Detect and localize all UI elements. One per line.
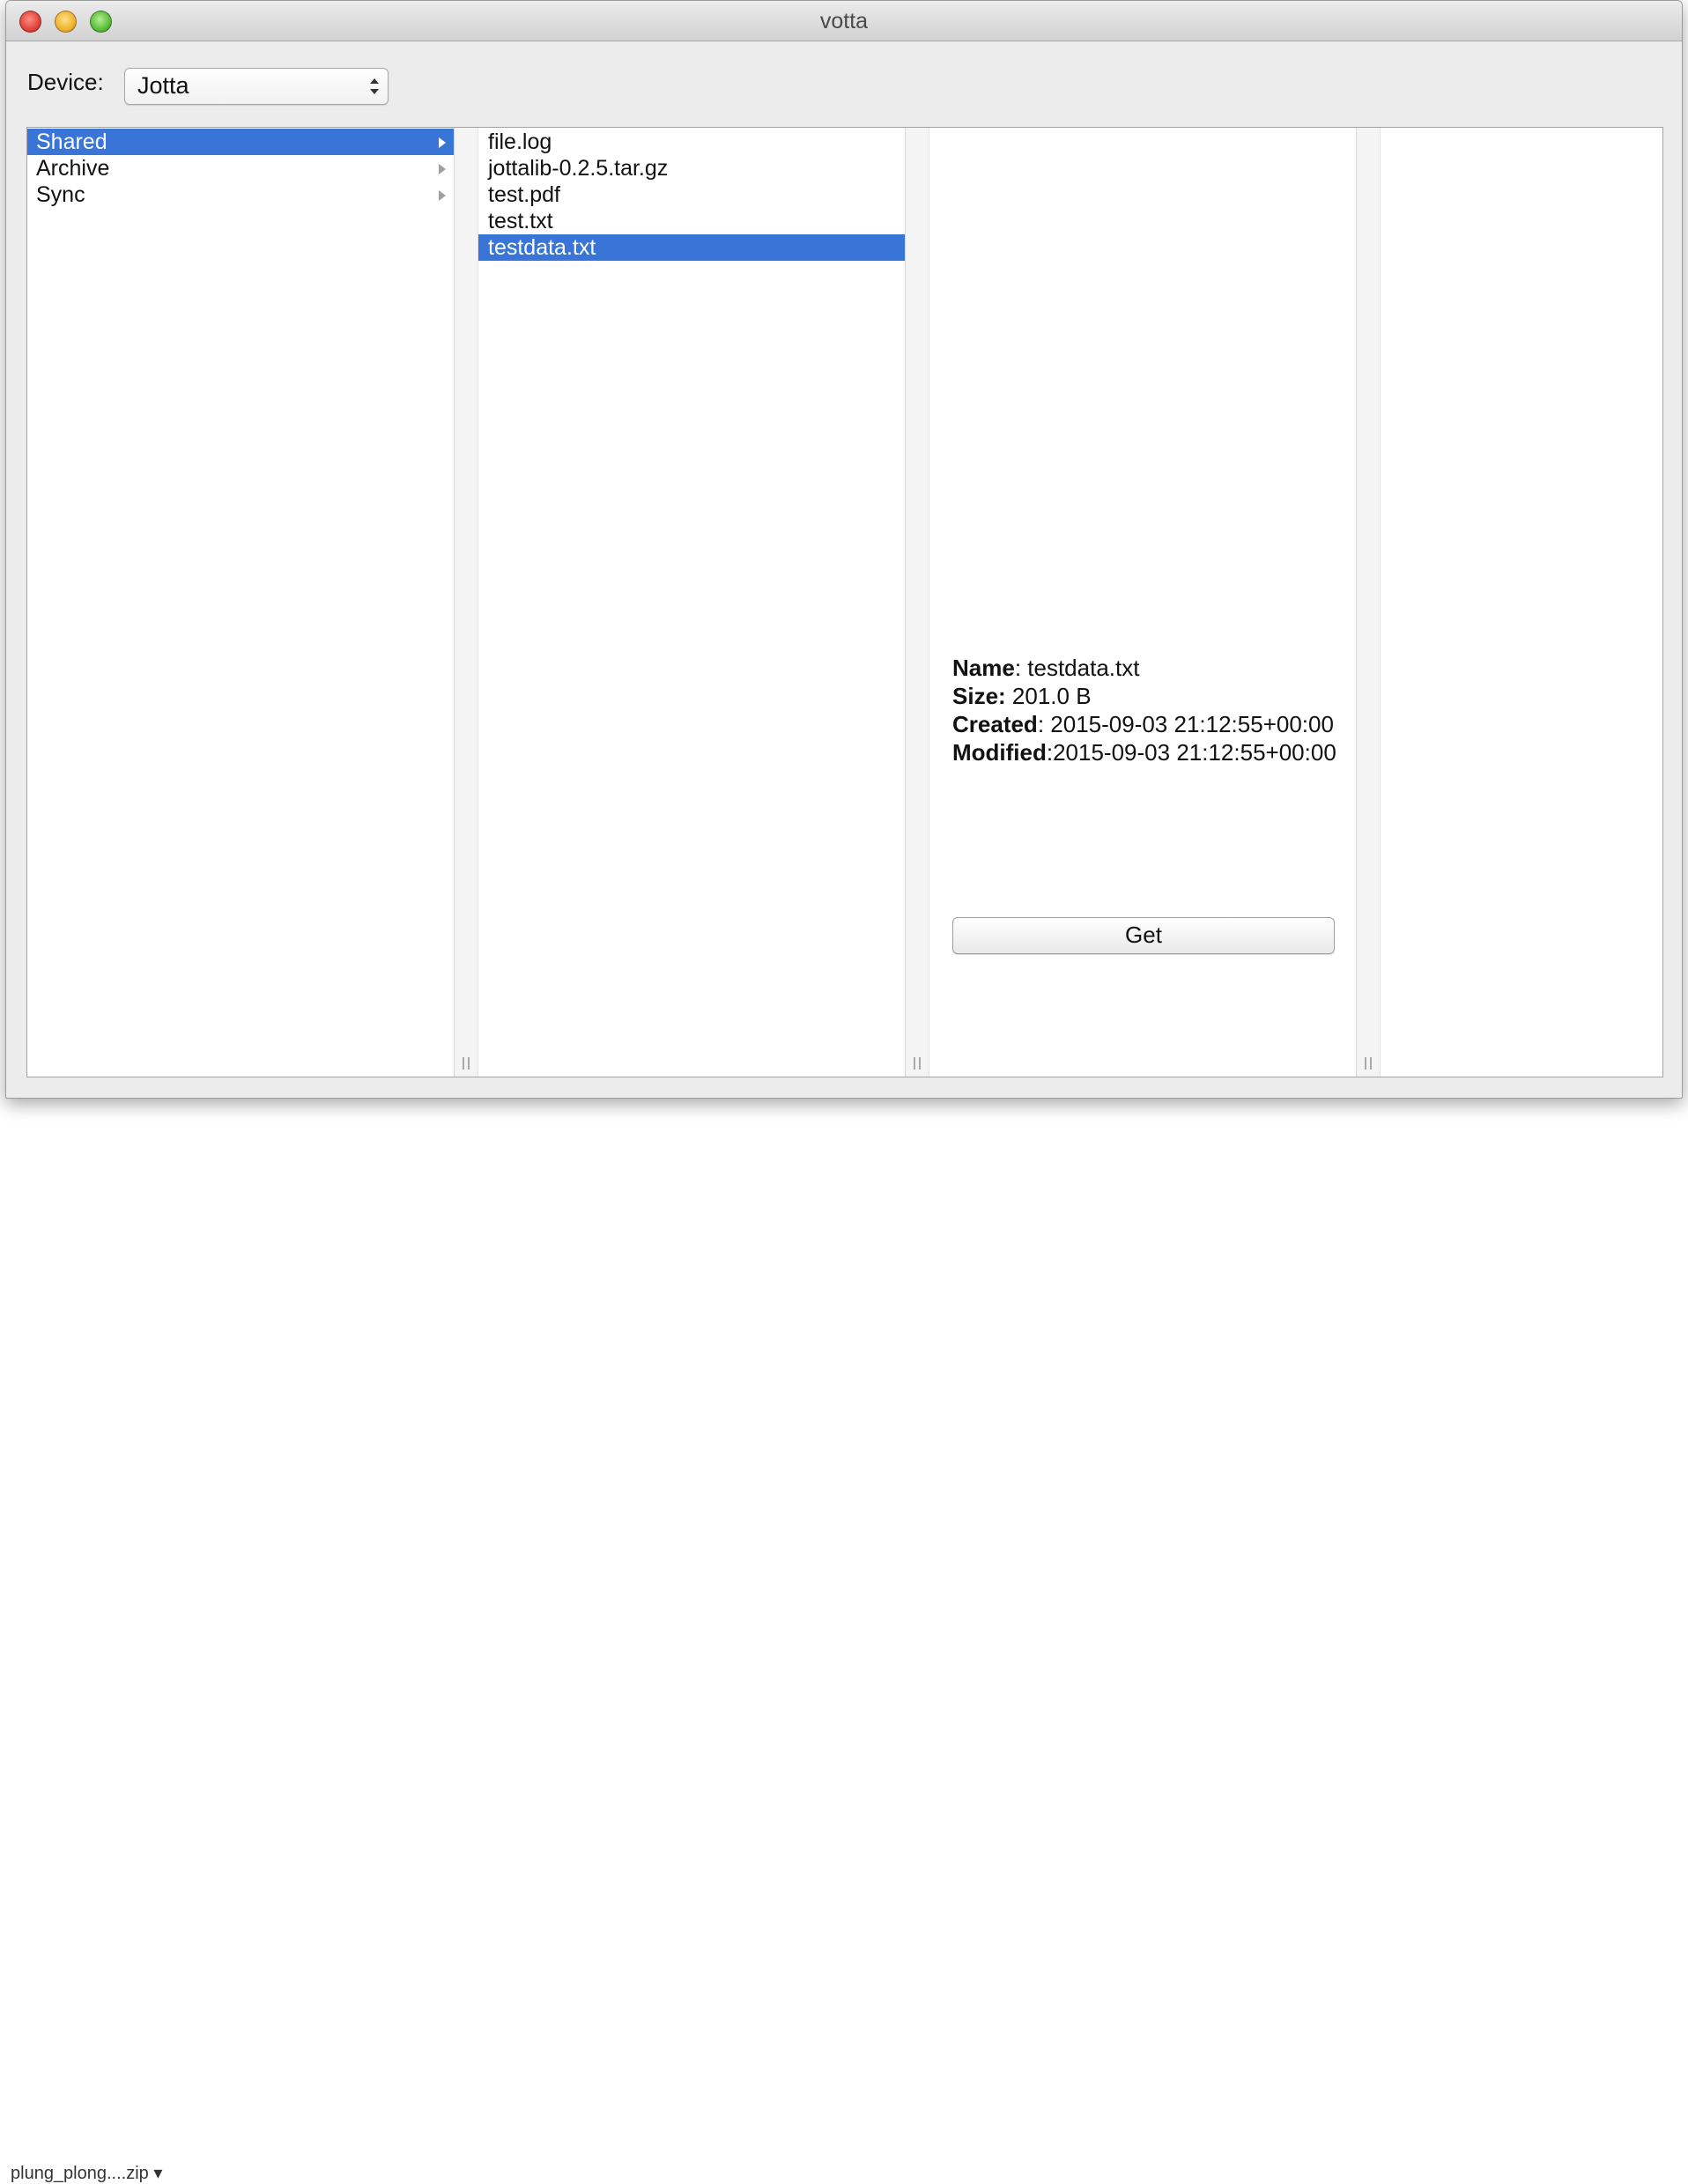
- folder-item[interactable]: Archive: [27, 155, 454, 181]
- detail-created-label: Created: [952, 711, 1038, 737]
- column-resize-handle[interactable]: [1356, 128, 1381, 1077]
- detail-modified-value: :2015-09-03 21:12:55+00:00: [1046, 739, 1336, 766]
- folder-item[interactable]: Sync: [27, 181, 454, 208]
- file-column: file.log jottalib-0.2.5.tar.gz test.pdf tes…: [478, 128, 905, 1077]
- file-item[interactable]: file.log: [478, 129, 905, 155]
- detail-size-value: 201.0 B: [1005, 683, 1092, 709]
- file-details: Name: testdata.txt Size: 201.0 B Created…: [952, 654, 1359, 766]
- folder-item-label: Shared: [36, 130, 107, 154]
- detail-name: Name: testdata.txt: [952, 654, 1359, 682]
- detail-name-value: : testdata.txt: [1014, 655, 1140, 681]
- file-item[interactable]: testdata.txt: [478, 234, 905, 261]
- detail-size-label: Size:: [952, 683, 1006, 709]
- file-item[interactable]: jottalib-0.2.5.tar.gz: [478, 155, 905, 181]
- file-item-label: jottalib-0.2.5.tar.gz: [488, 156, 669, 181]
- device-label: Device:: [27, 69, 104, 95]
- resize-grip-icon: [463, 1057, 470, 1070]
- resize-grip-icon: [1365, 1057, 1372, 1070]
- column-resize-handle[interactable]: [454, 128, 478, 1077]
- disclosure-arrow-icon: [439, 164, 446, 174]
- empty-column: [1381, 128, 1662, 1077]
- preview-column: Name: testdata.txt Size: 201.0 B Created…: [929, 128, 1356, 1077]
- file-item-label: test.pdf: [488, 182, 560, 207]
- folder-item-label: Sync: [36, 182, 85, 207]
- folder-column: Shared Archive Sync: [27, 128, 454, 1077]
- column-resize-handle[interactable]: [905, 128, 929, 1077]
- detail-modified: Modified:2015-09-03 21:12:55+00:00: [952, 738, 1359, 766]
- device-select[interactable]: Jotta: [124, 68, 389, 105]
- select-arrows-icon: [370, 78, 379, 94]
- detail-modified-label: Modified: [952, 739, 1047, 766]
- detail-created: Created: 2015-09-03 21:12:55+00:00: [952, 710, 1359, 738]
- file-item-label: testdata.txt: [488, 235, 596, 260]
- app-window: votta Device: Jotta Shared Archive Sync fi…: [5, 0, 1683, 1099]
- disclosure-arrow-icon: [439, 137, 446, 148]
- detail-created-value: : 2015-09-03 21:12:55+00:00: [1037, 711, 1334, 737]
- file-item-label: file.log: [488, 130, 552, 154]
- folder-list: Shared Archive Sync: [27, 128, 454, 208]
- file-item-label: test.txt: [488, 209, 553, 233]
- resize-grip-icon: [914, 1057, 921, 1070]
- folder-item[interactable]: Shared: [27, 129, 454, 155]
- device-select-value: Jotta: [137, 72, 189, 99]
- detail-name-label: Name: [952, 655, 1015, 681]
- get-button[interactable]: Get: [952, 917, 1335, 954]
- file-item[interactable]: test.pdf: [478, 181, 905, 208]
- file-item[interactable]: test.txt: [478, 208, 905, 234]
- folder-item-label: Archive: [36, 156, 110, 181]
- title-bar[interactable]: votta: [6, 1, 1682, 41]
- background-text: plung_plong....zip ▾: [11, 2164, 163, 2183]
- detail-size: Size: 201.0 B: [952, 682, 1359, 710]
- window-title: votta: [819, 9, 869, 33]
- file-list: file.log jottalib-0.2.5.tar.gz test.pdf tes…: [478, 128, 905, 261]
- column-browser: Shared Archive Sync file.log jottalib-0.2.5…: [26, 127, 1663, 1077]
- disclosure-arrow-icon: [439, 190, 446, 201]
